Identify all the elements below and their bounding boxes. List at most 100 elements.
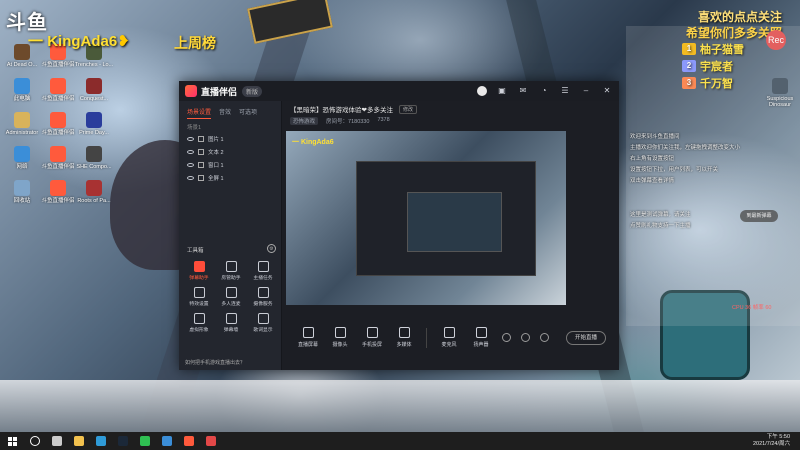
desktop-icon[interactable]: Roots of Pa... — [74, 180, 114, 204]
desktop-icon[interactable]: 斗鱼直播伴侣 — [38, 146, 78, 170]
toolbox-item[interactable]: 弹幕助手 — [183, 259, 215, 285]
divider — [426, 327, 427, 348]
toolbox-item[interactable]: 房管助手 — [215, 259, 247, 285]
source-item[interactable]: 图片 1 — [179, 132, 281, 145]
taskbar-app-recorder[interactable] — [200, 432, 222, 450]
desktop-icon-label: 斗鱼直播伴侣 — [41, 62, 75, 68]
settings-icon[interactable] — [540, 333, 549, 342]
taskbar-app-qq[interactable] — [156, 432, 178, 450]
tool-label: 主播任务 — [253, 276, 273, 281]
source-item[interactable]: 文本 2 — [179, 145, 281, 158]
desktop-icon[interactable]: Prime Day... — [74, 112, 114, 136]
start-live-button[interactable]: 开始直播 — [566, 330, 606, 345]
source-icon — [302, 327, 314, 338]
toolbox-item[interactable]: 摄像服务 — [247, 285, 279, 311]
edge-browser-icon — [96, 436, 106, 446]
wallpaper-floor — [0, 380, 800, 432]
desktop-icon[interactable]: Administrator — [2, 112, 42, 136]
windows-icon — [7, 436, 17, 446]
sidebar-tab[interactable]: 可选项 — [239, 107, 257, 119]
app-icon — [50, 78, 66, 94]
eye-icon[interactable] — [187, 149, 194, 154]
douyu-companion-window: 直播伴侣 新版 ▣ ✉ ◔ ☰ – ✕ 场景设置 音效 可选项 场景1 图片 1 文本… — [179, 81, 619, 370]
desktop-icon[interactable]: 回收站 — [2, 180, 42, 204]
chat-message: 右上角有设置按钮 — [630, 156, 675, 162]
menu-icon[interactable]: ☰ — [559, 85, 571, 97]
file-explorer-icon — [74, 436, 84, 446]
add-source-button[interactable]: 多媒体 — [390, 327, 418, 348]
desktop-icon-label: Administrator — [5, 130, 39, 136]
gift-icon[interactable]: ▣ — [496, 85, 508, 97]
toolbox-item[interactable]: 主播任务 — [247, 259, 279, 285]
sidebar-tab[interactable]: 场景设置 — [187, 107, 212, 119]
category-tag[interactable]: 恐怖游戏 — [290, 117, 319, 125]
source-name: 全屏 1 — [208, 175, 224, 182]
eye-icon[interactable] — [187, 136, 194, 141]
taskbar-app-file-explorer[interactable] — [68, 432, 90, 450]
scene-header[interactable]: 场景1 — [187, 123, 273, 132]
eye-icon[interactable] — [187, 175, 194, 180]
sidebar-tab[interactable]: 音效 — [219, 107, 231, 119]
settings-icon[interactable]: ⚙ — [267, 244, 276, 253]
toolbox-item[interactable]: 弹幕墙 — [215, 311, 247, 337]
tool-label: 弹幕墙 — [223, 328, 239, 333]
add-source-button[interactable]: 麦克风 — [435, 327, 463, 348]
add-source-button[interactable]: 扬声器 — [467, 327, 495, 348]
fan-count: 7378 — [377, 117, 390, 123]
toolbox-item[interactable]: 多人连麦 — [215, 285, 247, 311]
desktop-icon[interactable]: 斗鱼直播伴侣 — [38, 78, 78, 102]
help-link[interactable]: 如何把手机游戏直播出去？ — [185, 359, 245, 366]
desktop-icon[interactable]: 斗鱼直播伴侣 — [38, 112, 78, 136]
camera-icon[interactable] — [502, 333, 511, 342]
tool-icon — [257, 313, 269, 324]
taskbar-app-search-app[interactable] — [24, 432, 46, 450]
tool-icon — [225, 313, 237, 324]
add-source-button[interactable]: 直播屏幕 — [294, 327, 322, 348]
tool-label: 房管助手 — [221, 276, 241, 281]
app-icon — [86, 78, 102, 94]
bell-icon[interactable]: ◔ — [538, 85, 550, 97]
chat-message: 双击弹幕查看详情 — [630, 178, 675, 184]
streamer-prefix: 一 — [28, 33, 44, 50]
chat-message: 主播欢迎你们关注我，左键拖拽调整改变大小 — [630, 145, 741, 151]
scroll-latest-button[interactable]: 到最新弹幕 — [740, 210, 778, 222]
close-icon[interactable]: ✕ — [601, 85, 613, 97]
toolbox-item[interactable]: 虚拟形象 — [183, 311, 215, 337]
minimize-icon[interactable]: – — [580, 85, 592, 97]
desktop-icon[interactable]: SHE Compo... — [74, 146, 114, 170]
desktop-icon[interactable]: 斗鱼直播伴侣 — [38, 180, 78, 204]
edit-title-button[interactable]: 修改 — [398, 104, 417, 114]
desktop-icon[interactable]: 此电脑 — [2, 78, 42, 102]
app-icon — [14, 146, 30, 162]
add-source-button[interactable]: 手机投屏 — [358, 327, 386, 348]
desktop-icon-label: 网络 — [16, 164, 28, 170]
source-item[interactable]: 窗口 1 — [179, 158, 281, 171]
stream-preview[interactable]: 一 KingAda6 — [286, 131, 566, 305]
source-type-icon — [198, 174, 204, 181]
desktop-icon-label: Prime Day... — [79, 130, 109, 136]
eye-icon[interactable] — [187, 162, 194, 167]
taskbar-app-steam[interactable] — [112, 432, 134, 450]
avatar[interactable] — [477, 86, 487, 96]
add-source-button[interactable]: 摄像头 — [326, 327, 354, 348]
window-titlebar[interactable]: 直播伴侣 新版 ▣ ✉ ◔ ☰ – ✕ — [179, 81, 619, 101]
record-icon[interactable] — [521, 333, 530, 342]
source-item[interactable]: 全屏 1 — [179, 171, 281, 184]
weekly-ranking-label: 上周榜 — [174, 35, 216, 51]
source-type-icon — [198, 135, 204, 142]
clock-date: 2021/7/24/周六 — [753, 441, 790, 447]
clock-time: 下午 5:50 — [766, 434, 790, 440]
desktop-icon[interactable]: Conquest... — [74, 78, 114, 102]
toolbox-item[interactable]: 特效设置 — [183, 285, 215, 311]
start-button[interactable] — [0, 432, 24, 450]
version-badge[interactable]: 新版 — [242, 85, 263, 97]
system-clock[interactable]: 下午 5:50 2021/7/24/周六 — [753, 434, 790, 448]
mail-icon[interactable]: ✉ — [517, 85, 529, 97]
taskbar-app-task-view[interactable] — [46, 432, 68, 450]
taskbar-app-wechat[interactable] — [134, 432, 156, 450]
desktop-icon-label: 回收站 — [13, 198, 31, 204]
toolbox-item[interactable]: 歌词显示 — [247, 311, 279, 337]
taskbar-app-douyu-companion[interactable] — [178, 432, 200, 450]
taskbar-app-edge-browser[interactable] — [90, 432, 112, 450]
desktop-icon[interactable]: 网络 — [2, 146, 42, 170]
